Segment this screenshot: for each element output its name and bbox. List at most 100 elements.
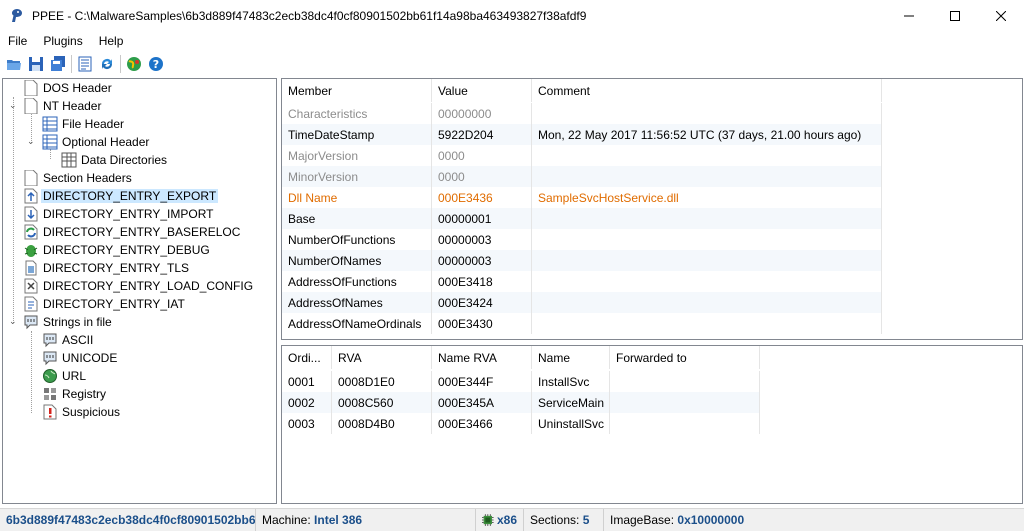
cell-member: MajorVersion — [282, 145, 432, 166]
menu-help[interactable]: Help — [91, 34, 132, 48]
svg-text:?: ? — [153, 58, 159, 71]
menu-file[interactable]: File — [0, 34, 35, 48]
tree-node-file-header[interactable]: File Header — [42, 115, 124, 133]
table-row[interactable]: AddressOfNameOrdinals 000E3430 — [282, 313, 882, 334]
tree-node-directory-entry-load-config[interactable]: DIRECTORY_ENTRY_LOAD_CONFIG — [23, 277, 253, 295]
table-row[interactable]: NumberOfFunctions 00000003 — [282, 229, 882, 250]
tree-node-registry[interactable]: Registry — [42, 385, 106, 403]
column-header-rva[interactable]: RVA — [332, 346, 432, 369]
collapse-chevron-icon[interactable]: ⌄ — [27, 137, 36, 146]
tree-node-url[interactable]: URL — [42, 367, 86, 385]
menu-plugins[interactable]: Plugins — [35, 34, 90, 48]
tree-node-directory-entry-import[interactable]: DIRECTORY_ENTRY_IMPORT — [23, 205, 213, 223]
table-icon — [42, 134, 58, 150]
collapse-chevron-icon[interactable]: ⌄ — [9, 101, 18, 110]
column-header-member[interactable]: Member — [282, 79, 432, 102]
cell-value: 000E3424 — [432, 292, 532, 313]
tree-node-strings-in-file[interactable]: Strings in file — [23, 313, 112, 331]
plugin-button[interactable] — [123, 53, 145, 75]
tree-node-nt-header[interactable]: NT Header — [23, 97, 101, 115]
cell-comment: Mon, 22 May 2017 11:56:52 UTC (37 days, … — [532, 124, 882, 145]
table-row[interactable]: Base 00000001 — [282, 208, 882, 229]
column-header-name[interactable]: Name — [532, 346, 610, 369]
table-row[interactable]: NumberOfNames 00000003 — [282, 250, 882, 271]
tree-node-label: Suspicious — [62, 405, 121, 419]
table-row[interactable]: MinorVersion 0000 — [282, 166, 882, 187]
hex-view-button[interactable] — [74, 53, 96, 75]
cell-value: 00000001 — [432, 208, 532, 229]
cell-ordinal: 0003 — [282, 413, 332, 434]
collapse-chevron-icon[interactable]: ⌄ — [9, 317, 18, 326]
app-logo-icon — [12, 8, 22, 22]
table-row[interactable]: 0003 0008D4B0 000E3466 UninstallSvc — [282, 413, 760, 434]
table-row[interactable]: AddressOfFunctions 000E3418 — [282, 271, 882, 292]
table-row[interactable]: 0002 0008C560 000E345A ServiceMain — [282, 392, 760, 413]
table-row[interactable]: TimeDateStamp 5922D204 Mon, 22 May 2017 … — [282, 124, 882, 145]
open-button[interactable] — [3, 53, 25, 75]
tree-node-label: ASCII — [62, 333, 94, 347]
column-header-value[interactable]: Value — [432, 79, 532, 102]
cell-member: AddressOfFunctions — [282, 271, 432, 292]
imagebase-value: 0x10000000 — [677, 513, 745, 527]
tree-node-section-headers[interactable]: Section Headers — [23, 169, 132, 187]
tree-node-label: Section Headers — [43, 171, 132, 185]
column-header-name-rva[interactable]: Name RVA — [432, 346, 532, 369]
table-header: Member Value Comment — [282, 79, 882, 102]
cell-member: NumberOfNames — [282, 250, 432, 271]
save-icon — [29, 57, 43, 71]
tree-node-label: DIRECTORY_ENTRY_DEBUG — [43, 243, 210, 257]
table-row[interactable]: 0001 0008D1E0 000E344F InstallSvc — [282, 371, 760, 392]
tree-node-optional-header[interactable]: Optional Header — [42, 133, 149, 151]
unicode-strings-icon — [42, 350, 58, 366]
minimize-icon — [904, 15, 914, 16]
tree-node-label: NT Header — [43, 99, 102, 113]
toolbar-separator — [120, 55, 121, 73]
cell-name: InstallSvc — [532, 371, 610, 392]
cell-member: AddressOfNames — [282, 292, 432, 313]
tree-node-directory-entry-debug[interactable]: DIRECTORY_ENTRY_DEBUG — [23, 241, 210, 259]
cell-member: Dll Name — [282, 187, 432, 208]
tree-node-suspicious[interactable]: Suspicious — [42, 403, 120, 421]
tree-node-directory-entry-iat[interactable]: DIRECTORY_ENTRY_IAT — [23, 295, 185, 313]
table-row[interactable]: AddressOfNames 000E3424 — [282, 292, 882, 313]
close-button[interactable] — [978, 0, 1024, 31]
config-icon — [23, 278, 39, 294]
save-button[interactable] — [25, 53, 47, 75]
toolbar: ? — [0, 52, 1024, 76]
tree-node-directory-entry-basereloc[interactable]: DIRECTORY_ENTRY_BASERELOC — [23, 223, 240, 241]
cell-comment — [532, 229, 882, 250]
refresh-icon — [102, 59, 112, 69]
tree-line — [13, 97, 14, 323]
column-header-ordinal[interactable]: Ordi... — [282, 346, 332, 369]
column-header-forwarded-to[interactable]: Forwarded to — [610, 346, 760, 369]
cell-comment — [532, 250, 882, 271]
cell-member: MinorVersion — [282, 166, 432, 187]
maximize-button[interactable] — [932, 0, 978, 31]
cell-member: AddressOfNameOrdinals — [282, 313, 432, 334]
table-row[interactable]: Characteristics 00000000 — [282, 103, 882, 124]
help-button[interactable]: ? — [145, 53, 167, 75]
warning-icon — [42, 404, 58, 420]
tree-node-directory-entry-tls[interactable]: DIRECTORY_ENTRY_TLS — [23, 259, 189, 277]
cell-name-rva: 000E3466 — [432, 413, 532, 434]
tree-node-data-directories[interactable]: Data Directories — [61, 151, 167, 169]
tree-node-directory-entry-export[interactable]: DIRECTORY_ENTRY_EXPORT — [23, 187, 219, 205]
table-row[interactable]: Dll Name 000E3436 SampleSvcHostService.d… — [282, 187, 882, 208]
refresh-button[interactable] — [96, 53, 118, 75]
tree-node-label: DIRECTORY_ENTRY_EXPORT — [41, 189, 219, 203]
cell-name: ServiceMain — [532, 392, 610, 413]
tree-node-ascii[interactable]: ASCII — [42, 331, 93, 349]
tree-node-unicode[interactable]: UNICODE — [42, 349, 117, 367]
column-header-comment[interactable]: Comment — [532, 79, 882, 102]
cell-value: 000E3436 — [432, 187, 532, 208]
cell-member: Characteristics — [282, 103, 432, 124]
tree-node-label: DOS Header — [43, 81, 112, 95]
tree-node-dos-header[interactable]: DOS Header — [23, 79, 112, 97]
table-row[interactable]: MajorVersion 0000 — [282, 145, 882, 166]
cell-name-rva: 000E345A — [432, 392, 532, 413]
storage-icon — [23, 260, 39, 276]
minimize-button[interactable] — [886, 0, 932, 31]
save-all-button[interactable] — [47, 53, 69, 75]
cell-forwarded-to — [610, 413, 760, 434]
iat-icon — [23, 296, 39, 312]
